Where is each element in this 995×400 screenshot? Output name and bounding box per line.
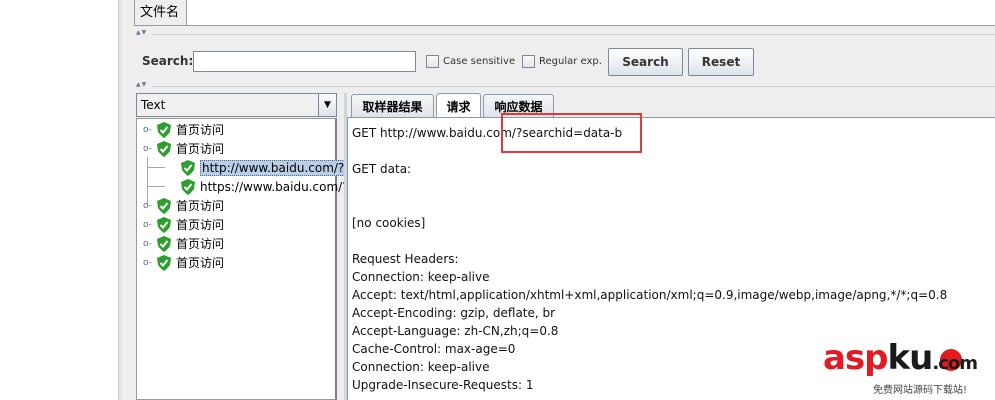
tree-node-label: 首页访问 [176, 237, 225, 251]
filename-column-header: 文件名 [135, 0, 187, 25]
header-line: Upgrade-Insecure-Requests: 1 [352, 378, 534, 392]
tree-node-label: https://www.baidu.com/? [200, 179, 349, 194]
watermark-subtitle: 免费网站源码下载站! [873, 385, 968, 396]
collapsed-handle-icon[interactable]: o- [143, 125, 153, 135]
search-input[interactable] [193, 51, 416, 72]
search-label: Search: [142, 54, 194, 68]
collapse-arrows-icon[interactable]: ▲▼ [136, 82, 147, 88]
chevron-down-icon[interactable]: ▼ [318, 94, 336, 116]
collapsed-handle-icon[interactable]: o- [143, 239, 153, 249]
regular-exp-label: Regular exp. [539, 56, 602, 67]
tree-connector [147, 167, 165, 168]
header-line: Accept-Encoding: gzip, deflate, br [352, 306, 556, 320]
success-shield-icon [181, 159, 195, 176]
success-shield-icon [157, 216, 171, 233]
sampler-tree[interactable]: o- 首页访问 o- 首页访问 http://www.baidu.com/?s … [136, 118, 353, 400]
tree-node-label: http://www.baidu.com/?s [200, 159, 353, 176]
tree-node-selected[interactable]: http://www.baidu.com/?s [181, 158, 353, 177]
header-line: Connection: keep-alive [352, 270, 490, 284]
tree-node-label: 首页访问 [176, 256, 225, 270]
tab-sampler-result[interactable]: 取样器结果 [351, 94, 434, 117]
tree-node[interactable]: o- 首页访问 [143, 215, 224, 234]
watermark-logo: aspku.com [823, 338, 978, 378]
request-headers-title: Request Headers: [352, 252, 459, 266]
checkbox-icon[interactable] [426, 55, 439, 68]
case-sensitive-label: Case sensitive [443, 56, 516, 67]
header-line: Cache-Control: max-age=0 [352, 342, 516, 356]
success-shield-icon [157, 140, 171, 157]
tree-node[interactable]: https://www.baidu.com/? [181, 177, 349, 196]
regular-exp-checkbox[interactable]: Regular exp. [522, 55, 602, 68]
header-line: Connection: keep-alive [352, 360, 490, 374]
tree-node[interactable]: o- 首页访问 [143, 139, 224, 158]
search-button[interactable]: Search [608, 48, 683, 76]
left-blank-area [0, 0, 118, 400]
tree-connector [147, 186, 165, 187]
tree-node-label: 首页访问 [176, 142, 225, 156]
cookies-text: [no cookies] [352, 216, 426, 230]
collapsed-handle-icon[interactable]: o- [143, 258, 153, 268]
tree-node-label: 首页访问 [176, 199, 225, 213]
collapse-arrows-icon[interactable]: ▲▼ [136, 30, 147, 36]
tree-node-label: 首页访问 [176, 123, 225, 137]
success-shield-icon [157, 254, 171, 271]
collapsed-handle-icon[interactable]: o- [143, 220, 153, 230]
success-shield-icon [157, 121, 171, 138]
case-sensitive-checkbox[interactable]: Case sensitive [426, 55, 515, 68]
tree-node[interactable]: o- 首页访问 [143, 234, 224, 253]
header-line: Accept: text/html,application/xhtml+xml,… [352, 288, 948, 302]
collapsed-handle-icon[interactable]: o- [143, 201, 153, 211]
filename-table[interactable]: 文件名 [134, 0, 995, 26]
reset-button[interactable]: Reset [688, 48, 754, 76]
renderer-combo[interactable]: Text ▼ [136, 93, 337, 117]
divider [152, 34, 995, 35]
request-data-label: GET data: [352, 162, 412, 176]
tree-node-label: 首页访问 [176, 218, 225, 232]
checkbox-icon[interactable] [522, 55, 535, 68]
success-shield-icon [181, 178, 195, 195]
tree-node[interactable]: o- 首页访问 [143, 120, 224, 139]
success-shield-icon [157, 197, 171, 214]
tree-node[interactable]: o- 首页访问 [143, 253, 224, 272]
divider [152, 86, 995, 87]
renderer-combo-value: Text [141, 98, 166, 112]
expanded-handle-icon[interactable]: o- [143, 144, 153, 154]
success-shield-icon [157, 235, 171, 252]
highlight-annotation-box [501, 113, 642, 153]
header-line: Accept-Language: zh-CN,zh;q=0.8 [352, 324, 559, 338]
tree-node[interactable]: o- 首页访问 [143, 196, 224, 215]
tab-request[interactable]: 请求 [436, 93, 481, 118]
